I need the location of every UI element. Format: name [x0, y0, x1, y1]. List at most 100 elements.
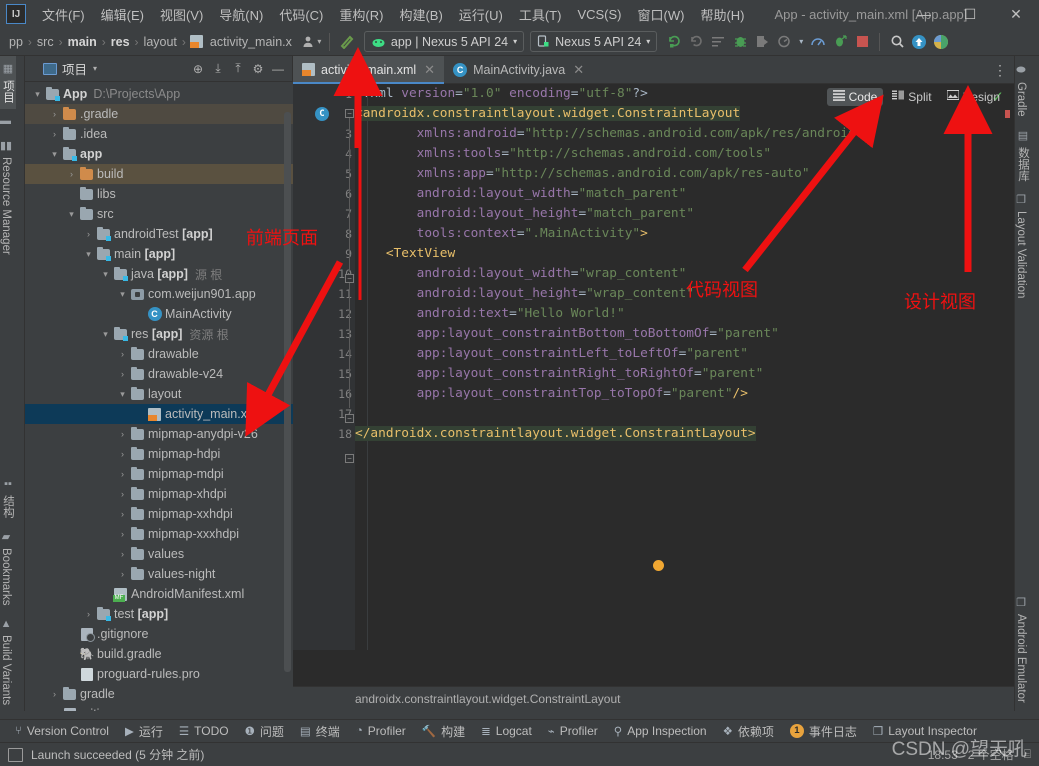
select-opened-file-icon[interactable]: ⊕	[188, 59, 208, 79]
minimize-button[interactable]: —	[901, 0, 947, 28]
tool-window-button-profiler[interactable]: ◔ Profiler	[349, 722, 413, 740]
menu-item-9[interactable]: VCS(S)	[569, 4, 629, 25]
menu-item-4[interactable]: 代码(C)	[271, 2, 331, 27]
editor-gutter[interactable]: 12C3456789101112131415161718 − − − −	[293, 84, 355, 650]
chevron-right-icon[interactable]: ›	[116, 369, 129, 379]
breadcrumb-file[interactable]: activity_main.x	[207, 34, 295, 50]
build-hammer-icon[interactable]	[336, 31, 358, 53]
profiler-icon[interactable]	[807, 31, 829, 53]
tree-row[interactable]: ▾ com.weijun901.app	[25, 284, 293, 304]
left-tool-1[interactable]: ▬	[0, 109, 11, 133]
chevron-right-icon[interactable]: ›	[116, 549, 129, 559]
breadcrumb-0[interactable]: pp	[6, 34, 26, 50]
menu-item-3[interactable]: 导航(N)	[211, 2, 271, 27]
editor-tab-1[interactable]: C MainActivity.java ✕	[444, 56, 593, 83]
notifications-icon[interactable]	[930, 31, 952, 53]
breadcrumb-4[interactable]: layout	[141, 34, 180, 50]
left-tool-resource-manager[interactable]: ▮▮ Resource Manager	[0, 133, 12, 261]
tree-row[interactable]: 🐘 build.gradle	[25, 644, 293, 664]
hide-panel-icon[interactable]: —	[268, 59, 288, 79]
search-everywhere-icon[interactable]	[886, 31, 908, 53]
chevron-right-icon[interactable]: ›	[48, 129, 61, 139]
tree-row[interactable]: › mipmap-xhdpi	[25, 484, 293, 504]
chevron-down-icon[interactable]: ▾	[31, 89, 44, 100]
logcat-icon[interactable]	[707, 31, 729, 53]
run-with-coverage-icon[interactable]	[751, 31, 773, 53]
apply-changes-icon[interactable]	[663, 31, 685, 53]
chevron-down-icon[interactable]: ▾	[99, 329, 112, 340]
dropdown-icon[interactable]: ▾	[795, 31, 807, 53]
chevron-right-icon[interactable]: ›	[48, 689, 61, 699]
tool-window-button-问题[interactable]: ❶ 问题	[238, 721, 291, 742]
tree-row[interactable]: ▾ main [app]	[25, 244, 293, 264]
fold-marker-textview[interactable]: −	[345, 274, 354, 283]
tree-row[interactable]: › build	[25, 164, 293, 184]
tree-row[interactable]: › mipmap-xxxhdpi	[25, 524, 293, 544]
code-folding-column[interactable]: − − − −	[345, 84, 355, 650]
chevron-down-icon[interactable]: ▾	[65, 209, 78, 220]
settings-gear-icon[interactable]: ⚙	[248, 59, 268, 79]
profile-run-icon[interactable]	[773, 31, 795, 53]
tree-row[interactable]: › androidTest [app]	[25, 224, 293, 244]
tree-row[interactable]: activity_main.xml	[25, 404, 293, 424]
status-misc-icon[interactable]: ⌸	[1024, 747, 1031, 762]
chevron-right-icon[interactable]: ›	[48, 109, 61, 119]
chevron-down-icon[interactable]: ▾	[93, 64, 97, 73]
menu-item-6[interactable]: 构建(B)	[391, 2, 450, 27]
chevron-right-icon[interactable]: ›	[116, 509, 129, 519]
fold-marker-root[interactable]: −	[345, 109, 354, 118]
tree-row[interactable]: ▾ java [app] 源 根	[25, 264, 293, 284]
left-tool-项目[interactable]: ▦ 项目	[0, 56, 16, 109]
tree-row[interactable]: › .idea	[25, 124, 293, 144]
close-tab-icon[interactable]: ✕	[424, 62, 435, 78]
chevron-right-icon[interactable]: ›	[116, 529, 129, 539]
tree-row[interactable]: › mipmap-mdpi	[25, 464, 293, 484]
chevron-right-icon[interactable]: ›	[116, 569, 129, 579]
chevron-right-icon[interactable]: ›	[116, 429, 129, 439]
tree-row[interactable]: C MainActivity	[25, 304, 293, 324]
menu-item-5[interactable]: 重构(R)	[331, 2, 391, 27]
tree-row[interactable]: libs	[25, 184, 293, 204]
tree-row[interactable]: › mipmap-xxhdpi	[25, 504, 293, 524]
expand-all-icon[interactable]: ⤓	[208, 59, 228, 79]
editor-breadcrumb[interactable]: androidx.constraintlayout.widget.Constra…	[293, 686, 1014, 711]
menu-item-7[interactable]: 运行(U)	[451, 2, 511, 27]
chevron-right-icon[interactable]: ›	[65, 169, 78, 179]
chevron-right-icon[interactable]: ›	[116, 449, 129, 459]
tool-window-button-构建[interactable]: 🔨 构建	[415, 721, 472, 742]
menu-item-8[interactable]: 工具(T)	[511, 2, 570, 27]
menu-item-1[interactable]: 编辑(E)	[93, 2, 152, 27]
tree-row[interactable]: › mipmap-anydpi-v26	[25, 424, 293, 444]
tree-row[interactable]: .gitignore	[25, 624, 293, 644]
menu-item-11[interactable]: 帮助(H)	[692, 2, 752, 27]
menu-item-10[interactable]: 窗口(W)	[630, 2, 693, 27]
breadcrumb-3[interactable]: res	[108, 34, 133, 50]
chevron-right-icon[interactable]: ›	[116, 349, 129, 359]
tree-row[interactable]: .gitignore	[25, 704, 293, 711]
tool-window-button-运行[interactable]: ▶ 运行	[118, 721, 170, 742]
tree-row[interactable]: ▾ App D:\Projects\App	[25, 84, 293, 104]
design-view-button[interactable]: Design	[941, 88, 1006, 106]
attach-debugger-icon[interactable]	[829, 31, 851, 53]
tree-row[interactable]: › drawable-v24	[25, 364, 293, 384]
tool-window-button-依赖项[interactable]: ❖ 依赖项	[716, 721, 781, 742]
chevron-down-icon[interactable]: ▾	[48, 149, 61, 160]
tree-row[interactable]: › values-night	[25, 564, 293, 584]
tree-row[interactable]: ▾ res [app] 资源 根	[25, 324, 293, 344]
left-tool-build-variants[interactable]: ▲ Build Variants	[0, 612, 12, 711]
tool-window-button-version-control[interactable]: ⑂ Version Control	[8, 722, 116, 740]
chevron-right-icon[interactable]: ›	[82, 609, 95, 619]
split-view-button[interactable]: Split	[886, 88, 937, 106]
project-tree-scrollbar[interactable]	[284, 112, 291, 672]
tree-row[interactable]: ▾ src	[25, 204, 293, 224]
left-tool-bookmarks[interactable]: ▰ Bookmarks	[0, 524, 12, 612]
tree-row[interactable]: ▾ layout	[25, 384, 293, 404]
breadcrumb-1[interactable]: src	[34, 34, 57, 50]
device-selector[interactable]: Nexus 5 API 24 ▾	[530, 31, 658, 52]
project-file-tree[interactable]: ▾ App D:\Projects\App › .gradle › .idea ▾ app › bu…	[25, 82, 293, 711]
tree-row[interactable]: AndroidManifest.xml	[25, 584, 293, 604]
chevron-right-icon[interactable]: ›	[82, 229, 95, 239]
tool-window-button-app-inspection[interactable]: ⚲ App Inspection	[607, 722, 714, 740]
tree-row[interactable]: › values	[25, 544, 293, 564]
error-stripe-marker[interactable]	[1005, 110, 1010, 118]
